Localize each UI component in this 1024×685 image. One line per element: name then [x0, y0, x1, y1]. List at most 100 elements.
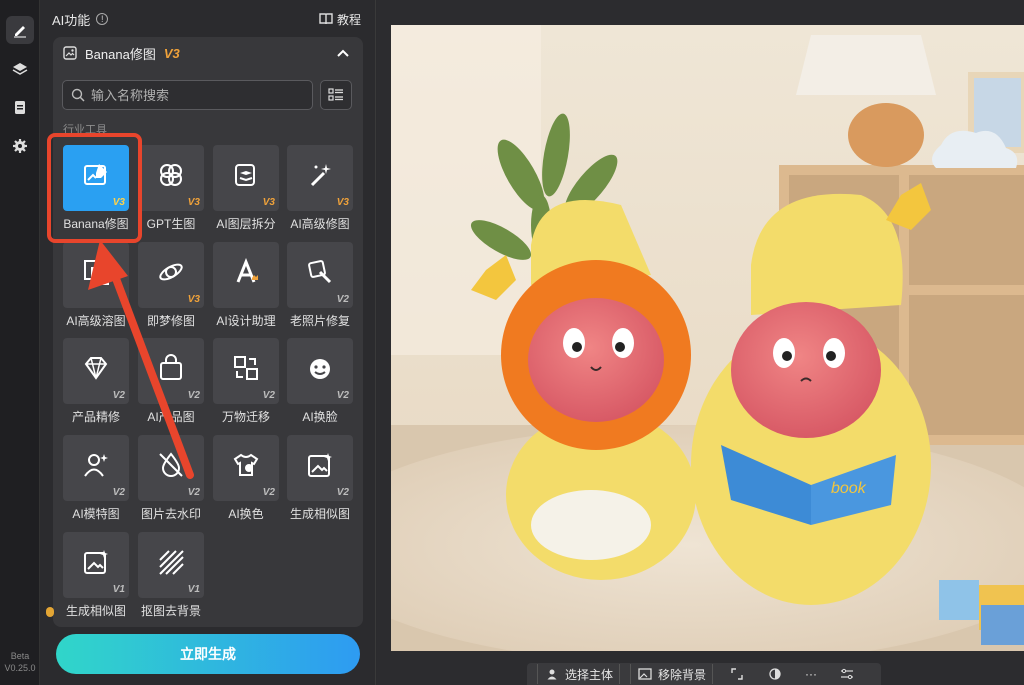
watermark-remove-icon	[159, 452, 183, 477]
tool-version-tag: V3	[187, 294, 200, 305]
clipboard-icon[interactable]	[6, 93, 34, 121]
remove-background-button[interactable]: 移除背景	[630, 664, 714, 684]
tool-label: AI图层拆分	[216, 217, 276, 231]
tool-label: 生成相似图	[65, 604, 126, 618]
canvas-area: book	[377, 0, 1024, 685]
canvas-photo[interactable]: book	[391, 25, 1024, 651]
sliders-icon	[839, 666, 855, 682]
resize-icon	[729, 666, 745, 682]
book-icon	[319, 13, 333, 25]
tool-label: AI模特图	[72, 507, 120, 521]
magic-wand-icon	[310, 164, 331, 187]
ai-tools-panel: AI功能 ! 教程 Banana修图 V3 行业工具 V3Banana修图V3G…	[40, 0, 376, 685]
tool-version-tag: V1	[187, 584, 200, 595]
image-sparkle-icon	[84, 550, 108, 574]
book-cover-text: book	[831, 480, 867, 497]
tool-label: AI换脸	[302, 410, 338, 424]
tool-tile[interactable]	[63, 242, 129, 308]
select-subject-button[interactable]: 选择主体	[537, 664, 621, 684]
tool-version-tag: V2	[336, 487, 349, 498]
search-input[interactable]	[91, 87, 291, 103]
tool-label: 抠图去背景	[140, 604, 201, 618]
tool-tile[interactable]: V1	[63, 532, 129, 598]
more-button[interactable]: ···	[799, 664, 823, 684]
annotation-highlight-box	[47, 133, 142, 243]
tool-version-tag: V2	[187, 390, 200, 401]
tool-tile[interactable]: V1	[138, 532, 204, 598]
tool-label: AI产品图	[147, 410, 195, 424]
tool-tile[interactable]: V2	[138, 435, 204, 501]
tool-tile[interactable]: V2	[63, 338, 129, 404]
gear-icon[interactable]	[6, 132, 34, 160]
resize-button[interactable]	[723, 664, 751, 684]
panel-header: AI功能 ! 教程	[52, 10, 361, 28]
transfer-icon	[234, 356, 258, 380]
tool-tile[interactable]: V2	[63, 435, 129, 501]
tool-tile[interactable]: V2	[287, 338, 353, 404]
tool-version-tag: V3	[336, 197, 349, 208]
letter-a-crown-icon	[236, 258, 258, 283]
image-blend-icon	[84, 260, 109, 285]
layers-icon[interactable]	[6, 55, 34, 83]
tool-tile[interactable]: V2	[287, 435, 353, 501]
tool-tile[interactable]: V2	[138, 338, 204, 404]
openai-knot-icon	[160, 164, 182, 186]
tool-version-tag: V2	[336, 294, 349, 305]
remove-bg-label: 移除背景	[658, 667, 707, 682]
contrast-button[interactable]	[761, 664, 789, 684]
tutorial-label: 教程	[336, 12, 361, 27]
tool-label: 老照片修复	[289, 314, 350, 328]
group-title: Banana修图	[85, 46, 156, 62]
image-icon	[63, 46, 77, 60]
tool-tile[interactable]: V2	[213, 338, 279, 404]
tool-version-tag: V2	[336, 390, 349, 401]
tool-label: AI高级溶图	[66, 314, 126, 328]
version-label: V0.25.0	[4, 663, 36, 673]
adjust-button[interactable]	[833, 664, 861, 684]
tool-tile[interactable]	[213, 242, 279, 308]
list-icon	[328, 88, 343, 101]
tool-version-tag: V2	[262, 390, 275, 401]
tool-version-tag: V3	[187, 197, 200, 208]
cutout-stripes-icon	[159, 550, 184, 575]
tool-tile[interactable]: V3	[138, 242, 204, 308]
model-person-icon	[84, 454, 108, 477]
tool-tile[interactable]: V2	[287, 242, 353, 308]
tool-tile[interactable]: V2	[213, 435, 279, 501]
select-subject-label: 选择主体	[565, 667, 614, 682]
layer-split-icon	[235, 164, 255, 186]
tool-label: 图片去水印	[140, 507, 201, 521]
contrast-icon	[767, 666, 783, 682]
list-view-button[interactable]	[320, 80, 352, 110]
panel-title: AI功能	[52, 12, 91, 28]
tool-version-tag: V3	[262, 197, 275, 208]
group-version-tag: V3	[163, 45, 180, 61]
generate-button[interactable]: 立即生成	[56, 634, 360, 674]
tool-label: AI换色	[228, 507, 264, 521]
tshirt-color-icon	[233, 453, 259, 476]
tool-version-tag: V2	[112, 390, 125, 401]
tool-label: 产品精修	[71, 410, 120, 424]
beta-label: Beta	[10, 651, 30, 661]
info-icon[interactable]: !	[96, 13, 109, 25]
tool-tile[interactable]: V3	[213, 145, 279, 211]
left-rail: Beta V0.25.0	[0, 0, 40, 685]
shopping-bag-icon	[160, 354, 182, 380]
search-box	[62, 80, 313, 110]
chevron-up-icon[interactable]	[335, 45, 351, 61]
tool-tile[interactable]: V3	[287, 145, 353, 211]
tutorial-link[interactable]: 教程	[319, 11, 361, 28]
face-swap-icon	[310, 359, 330, 379]
tool-version-tag: V2	[262, 487, 275, 498]
banana-tool-group: Banana修图 V3 行业工具 V3Banana修图V3GPT生图V3AI图层…	[53, 37, 363, 627]
image-remove-bg-icon	[637, 666, 653, 682]
tool-label: 生成相似图	[289, 507, 350, 521]
diamond-icon	[84, 357, 108, 380]
group-header[interactable]: Banana修图 V3	[53, 37, 363, 69]
pencil-icon[interactable]	[6, 16, 34, 44]
tool-tile[interactable]: V3	[138, 145, 204, 211]
coin-indicator-icon	[46, 607, 54, 617]
tool-label: AI高级修图	[290, 217, 350, 231]
tool-label: AI设计助理	[216, 314, 276, 328]
canvas-bottom-toolbar: 选择主体 移除背景 ···	[527, 663, 881, 685]
